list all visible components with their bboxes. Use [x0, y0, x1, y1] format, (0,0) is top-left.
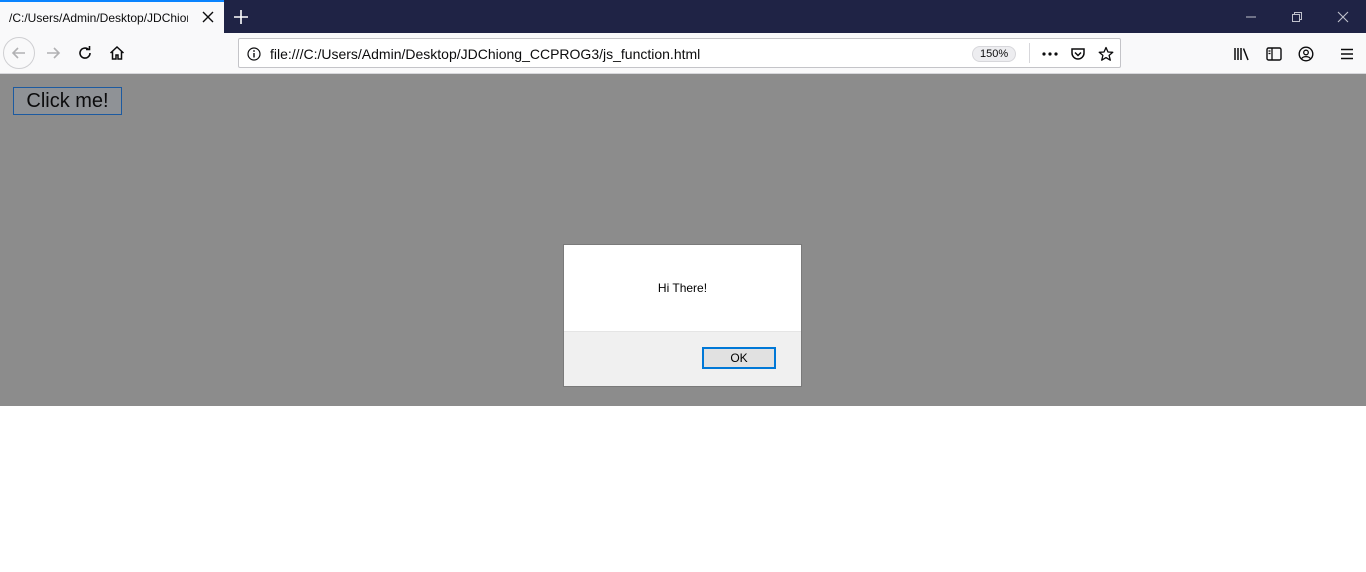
reload-icon	[79, 46, 91, 59]
bookmark-star-icon[interactable]	[1097, 45, 1115, 63]
url-bar[interactable]: file:///C:/Users/Admin/Desktop/JDChiong_…	[238, 38, 1121, 68]
new-tab-button[interactable]	[230, 6, 252, 28]
close-window-button[interactable]	[1320, 0, 1366, 33]
library-icon[interactable]	[1232, 44, 1252, 64]
navigation-bar: file:///C:/Users/Admin/Desktop/JDChiong_…	[0, 33, 1366, 74]
close-icon	[1337, 11, 1349, 22]
minimize-icon	[1246, 16, 1256, 17]
page-actions-icon[interactable]	[1041, 45, 1059, 63]
restore-button[interactable]	[1274, 0, 1320, 33]
reload-button[interactable]	[69, 37, 101, 69]
restore-icon	[1292, 11, 1302, 22]
plus-icon	[234, 10, 248, 24]
arrow-left-icon	[11, 47, 25, 59]
zoom-level-badge[interactable]: 150%	[972, 46, 1017, 62]
title-bar: /C:/Users/Admin/Desktop/JDChiong	[0, 0, 1366, 33]
alert-message: Hi There!	[657, 281, 708, 295]
sidebar-toggle-icon[interactable]	[1264, 44, 1284, 64]
click-me-button[interactable]: Click me!	[13, 87, 122, 115]
pocket-icon[interactable]	[1069, 45, 1087, 63]
url-text[interactable]: file:///C:/Users/Admin/Desktop/JDChiong_…	[270, 46, 700, 62]
back-button[interactable]	[3, 37, 35, 69]
url-separator	[1029, 43, 1030, 63]
home-button[interactable]	[101, 37, 133, 69]
arrow-right-icon	[47, 47, 61, 59]
hamburger-menu-icon[interactable]	[1337, 44, 1357, 64]
forward-button[interactable]	[37, 37, 69, 69]
account-icon[interactable]	[1296, 44, 1316, 64]
minimize-button[interactable]	[1228, 0, 1274, 33]
alert-dialog: Hi There! OK	[563, 244, 802, 387]
ok-button[interactable]: OK	[702, 347, 776, 369]
home-icon	[109, 45, 125, 60]
site-info-icon[interactable]	[245, 45, 263, 63]
alert-footer: OK	[564, 331, 801, 386]
tab-close-icon[interactable]	[200, 9, 216, 25]
tab-js-function[interactable]: /C:/Users/Admin/Desktop/JDChiong	[0, 0, 224, 33]
tab-title: /C:/Users/Admin/Desktop/JDChiong	[9, 10, 188, 25]
